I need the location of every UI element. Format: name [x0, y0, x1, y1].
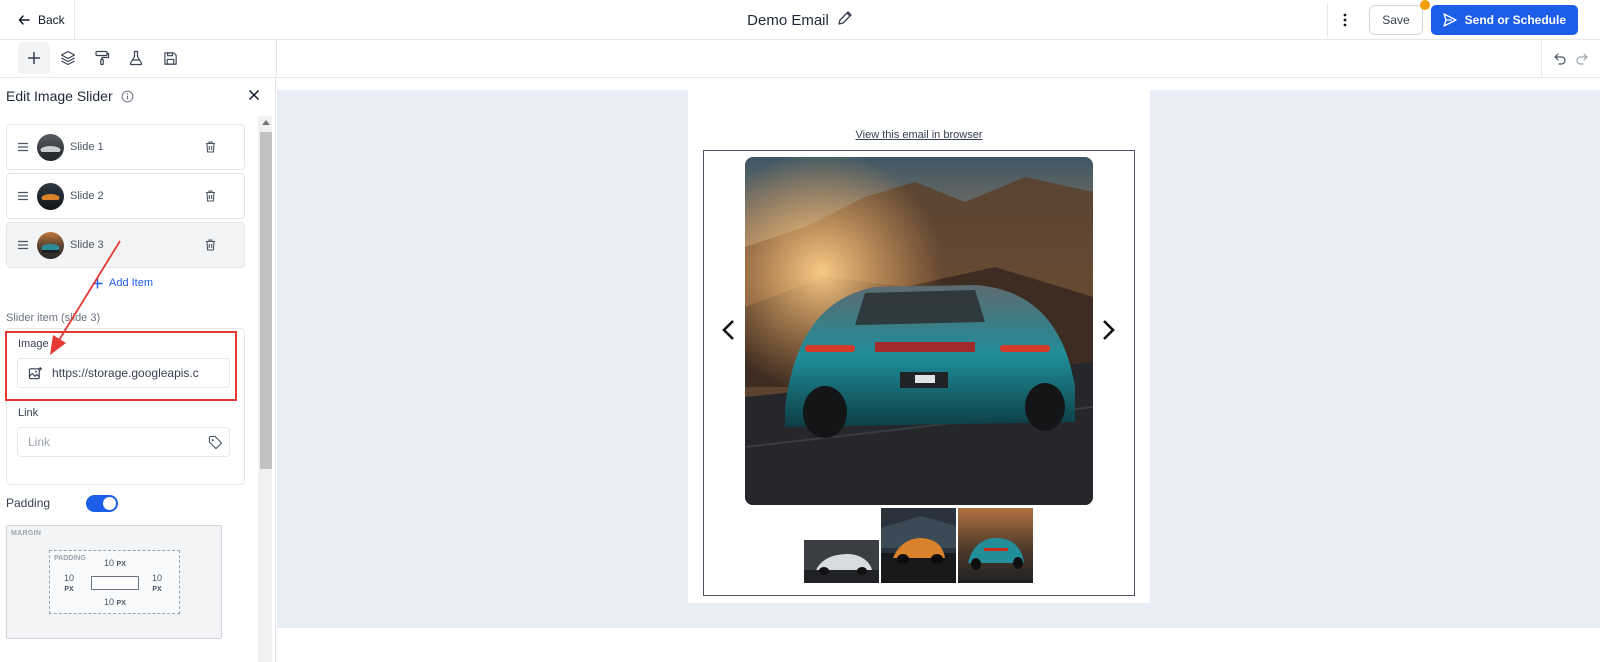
- padding-top-value[interactable]: 10 PX: [104, 558, 126, 570]
- padding-bottom-value[interactable]: 10 PX: [104, 597, 126, 609]
- slider-thumbnail-1[interactable]: [804, 540, 879, 588]
- trash-icon: [205, 190, 215, 202]
- padding-right-value[interactable]: 10 PX: [152, 573, 162, 595]
- edit-title-button[interactable]: [837, 10, 853, 30]
- undo-button[interactable]: [1554, 53, 1566, 65]
- trash-icon: [205, 141, 215, 153]
- slider-main-image: [745, 157, 1093, 505]
- info-icon[interactable]: [121, 90, 134, 103]
- image-url-value: https://storage.googleapis.c: [52, 366, 199, 380]
- delete-slide-button[interactable]: [200, 141, 220, 153]
- save-template-tool[interactable]: [154, 42, 186, 74]
- unsaved-indicator-dot: [1419, 0, 1430, 10]
- plus-icon: [92, 278, 103, 288]
- margin-label: MARGIN: [11, 530, 42, 537]
- slide-thumbnail: [37, 231, 64, 259]
- image-slider-block[interactable]: [703, 150, 1135, 596]
- toggle-knob: [103, 496, 116, 510]
- padding-toggle[interactable]: [86, 494, 118, 512]
- content-box: [91, 576, 139, 590]
- more-options-button[interactable]: [1327, 4, 1355, 36]
- editor-toolbar: [0, 40, 1600, 78]
- trash-icon: [205, 239, 215, 251]
- drag-handle-icon[interactable]: [7, 191, 37, 201]
- link-field[interactable]: [17, 427, 230, 457]
- slide-list-item[interactable]: Slide 1: [6, 124, 245, 170]
- email-title-text: Demo Email: [747, 11, 829, 29]
- top-bar: Back Demo Email Save Send or Schedule: [0, 0, 1600, 40]
- panel-header: Edit Image Slider: [6, 88, 134, 104]
- drag-handle-icon[interactable]: [7, 240, 37, 250]
- add-element-tool[interactable]: [18, 42, 50, 74]
- chevron-left-icon: [722, 320, 734, 340]
- panel-scrollbar-thumb[interactable]: [260, 132, 272, 469]
- header-actions: Save Send or Schedule: [1327, 0, 1578, 36]
- flask-icon: [129, 50, 143, 66]
- drag-handle-icon[interactable]: [7, 142, 37, 152]
- tool-group: [18, 42, 186, 74]
- slide-label: Slide 2: [70, 190, 104, 202]
- slide-label: Slide 1: [70, 141, 104, 153]
- scroll-up-arrow[interactable]: [262, 120, 270, 125]
- add-item-label: Add Item: [109, 277, 154, 289]
- image-label: Image: [18, 338, 49, 350]
- redo-button[interactable]: [1576, 53, 1588, 65]
- pencil-icon: [838, 11, 852, 25]
- email-body: View this email in browser: [688, 90, 1150, 603]
- link-input[interactable]: [18, 428, 201, 456]
- slider-item-section-label: Slider item (slide 3): [6, 312, 101, 324]
- paint-roller-icon: [95, 50, 110, 66]
- undo-icon: [1554, 53, 1566, 65]
- image-upload-icon[interactable]: [18, 366, 52, 381]
- padding-label: Padding: [6, 496, 51, 510]
- kebab-menu-icon: [1343, 13, 1347, 27]
- toolbar-divider: [276, 40, 277, 78]
- close-panel-button[interactable]: [245, 86, 263, 104]
- tag-icon[interactable]: [201, 435, 229, 450]
- redo-icon: [1576, 53, 1588, 65]
- layers-tool[interactable]: [52, 42, 84, 74]
- slider-thumbnail-3[interactable]: [958, 508, 1033, 588]
- padding-box: PADDING 10 PX 10 PX 10 PX 10 PX: [49, 550, 180, 614]
- slide-list-item-selected[interactable]: Slide 3: [6, 222, 245, 268]
- send-or-schedule-button[interactable]: Send or Schedule: [1430, 5, 1578, 35]
- arrow-left-icon: [18, 15, 30, 25]
- slide-thumbnail: [37, 133, 64, 161]
- view-in-browser-link[interactable]: View this email in browser: [688, 129, 1150, 141]
- chevron-right-icon: [1103, 320, 1115, 340]
- back-label: Back: [38, 13, 65, 27]
- save-label: Save: [1382, 13, 1410, 27]
- save-button[interactable]: Save: [1369, 0, 1430, 35]
- panel-title: Edit Image Slider: [6, 88, 113, 104]
- styles-tool[interactable]: [86, 42, 118, 74]
- layers-icon: [60, 50, 76, 66]
- back-button[interactable]: Back: [0, 0, 75, 40]
- slider-prev-arrow[interactable]: [716, 315, 740, 345]
- padding-left-value[interactable]: 10 PX: [64, 573, 74, 595]
- plus-icon: [28, 52, 40, 64]
- slide-label: Slide 3: [70, 239, 104, 251]
- padding-setting: Padding: [6, 494, 118, 512]
- padding-box-label: PADDING: [54, 555, 86, 562]
- slider-thumbnail-2[interactable]: [881, 508, 956, 588]
- close-icon: [248, 89, 260, 101]
- edit-image-slider-panel: Edit Image Slider Slide 1 Slide 2 Slide …: [0, 78, 276, 662]
- delete-slide-button[interactable]: [200, 190, 220, 202]
- link-label: Link: [18, 407, 39, 419]
- slider-item-settings: Image https://storage.googleapis.c Link: [6, 328, 245, 485]
- test-tool[interactable]: [120, 42, 152, 74]
- slide-list-item[interactable]: Slide 2: [6, 173, 245, 219]
- floppy-disk-icon: [163, 51, 177, 65]
- delete-slide-button[interactable]: [200, 239, 220, 251]
- spacing-box-model: MARGIN PADDING 10 PX 10 PX 10 PX 10 PX: [6, 525, 222, 639]
- history-controls: [1541, 40, 1600, 78]
- slider-thumbnails: [804, 508, 1033, 588]
- email-canvas: View this email in browser: [277, 78, 1600, 662]
- add-item-button[interactable]: Add Item: [92, 277, 153, 289]
- send-icon: [1442, 13, 1457, 27]
- slide-thumbnail: [37, 182, 64, 210]
- slider-next-arrow[interactable]: [1097, 315, 1121, 345]
- send-label: Send or Schedule: [1464, 13, 1566, 27]
- image-url-field[interactable]: https://storage.googleapis.c: [17, 358, 230, 388]
